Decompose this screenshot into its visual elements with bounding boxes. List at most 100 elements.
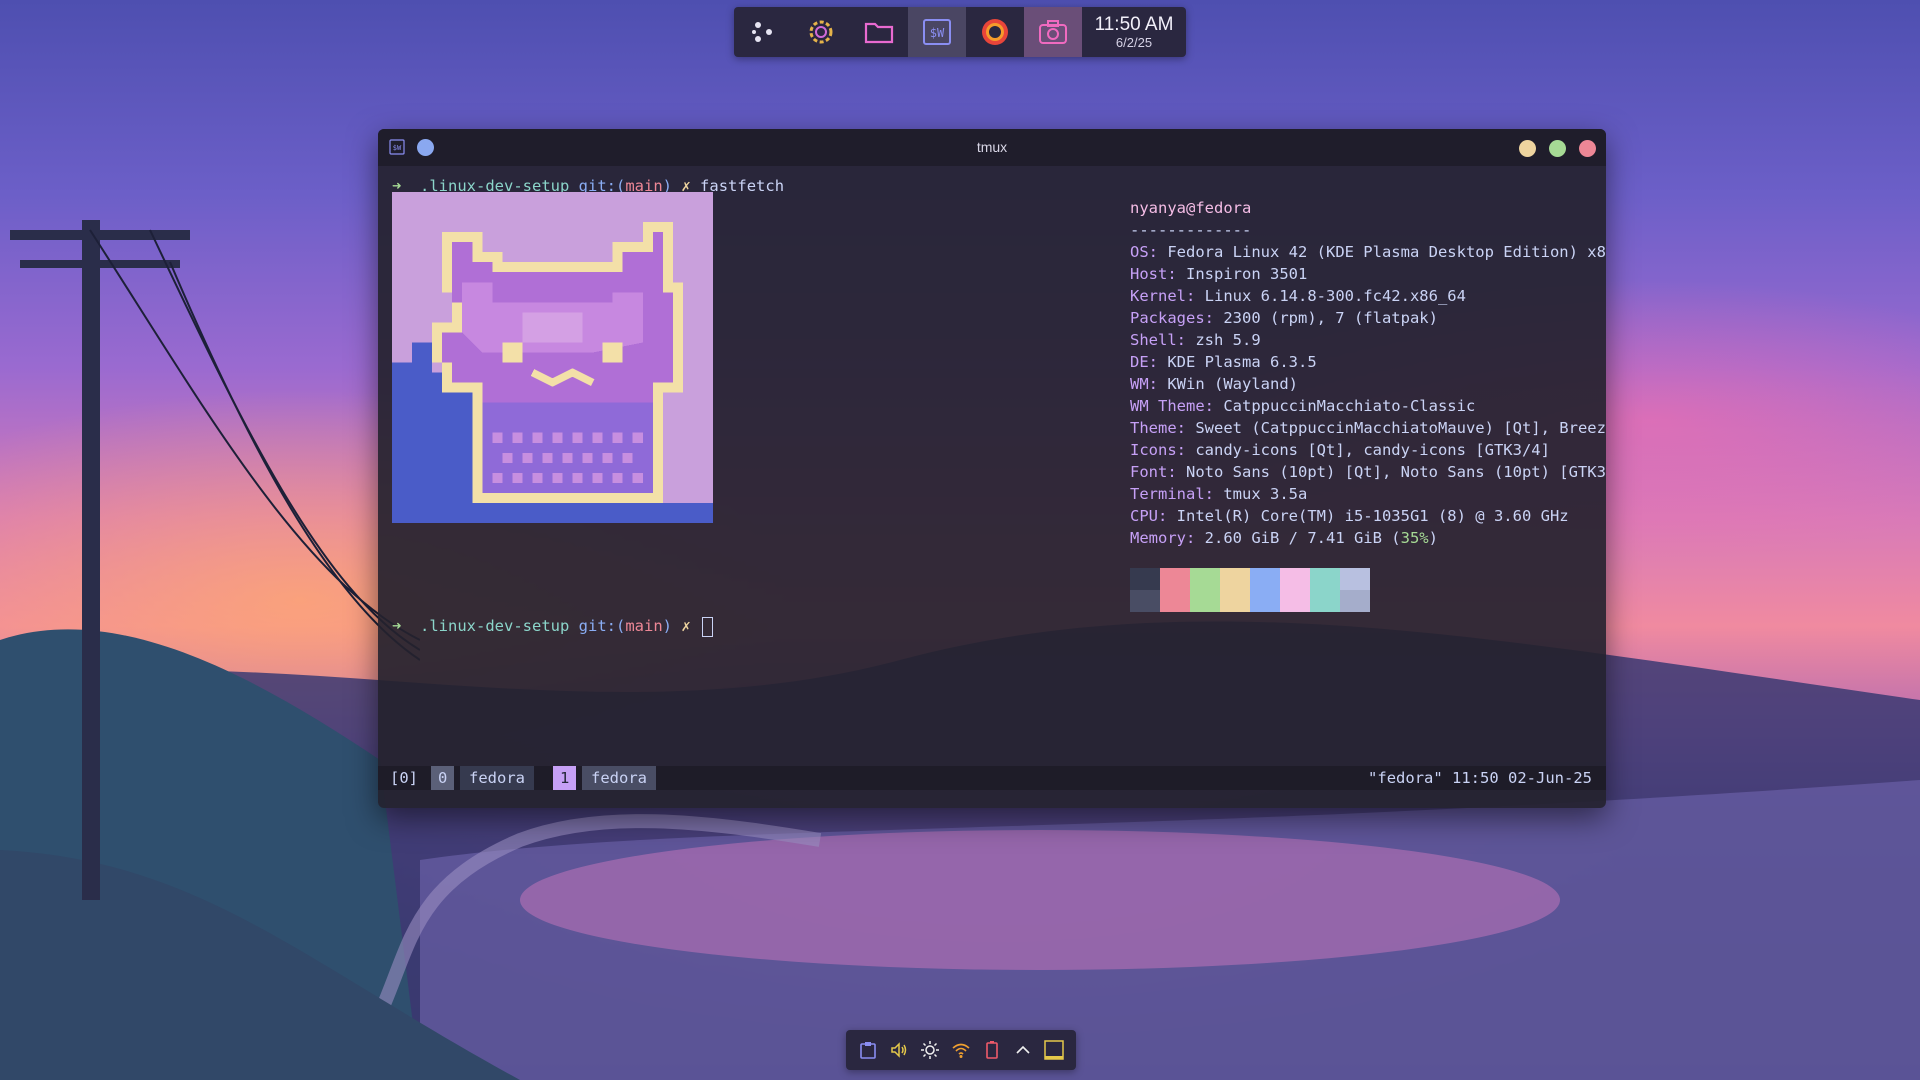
- tmux-window-index[interactable]: 1: [553, 766, 577, 790]
- info-key: Packages: [1130, 309, 1205, 327]
- battery-icon: [986, 1041, 998, 1059]
- expand-tray-button[interactable]: [1012, 1039, 1034, 1061]
- terminal-icon: $W: [923, 19, 951, 45]
- info-value: CatppuccinMacchiato-Classic: [1223, 397, 1476, 415]
- user-host: nyanya@fedora: [1130, 197, 1251, 219]
- volume-icon: [890, 1042, 906, 1058]
- svg-text:$W: $W: [930, 26, 945, 40]
- color-swatch-half: [1310, 568, 1340, 590]
- color-swatch-half: [1130, 590, 1160, 612]
- info-value: KDE Plasma 6.3.5: [1167, 353, 1317, 371]
- tmux-window-index[interactable]: 0: [431, 766, 455, 790]
- color-swatch-half: [1160, 590, 1190, 612]
- info-row-host: Host: Inspiron 3501: [1130, 265, 1308, 283]
- user-host-text: nyanya@fedora: [1130, 199, 1252, 217]
- info-value: Intel(R) Core(TM) i5-1035G1 (8) @ 3.60 G…: [1176, 507, 1569, 525]
- firefox-button[interactable]: [966, 7, 1024, 57]
- info-value: KWin (Wayland): [1167, 375, 1298, 393]
- info-value: zsh 5.9: [1195, 331, 1261, 349]
- info-value: Linux 6.14.8-300.fc42.x86_64: [1204, 287, 1466, 305]
- maximize-button[interactable]: [1549, 140, 1566, 157]
- info-key: WM Theme: [1130, 397, 1205, 415]
- info-value: candy-icons [Qt], candy-icons [GTK3/4]: [1195, 441, 1550, 459]
- info-key: Theme: [1130, 419, 1177, 437]
- info-value: Inspiron 3501: [1186, 265, 1308, 283]
- brightness-button[interactable]: [919, 1039, 941, 1061]
- color-swatch-half: [1220, 568, 1250, 590]
- color-swatch-half: [1160, 568, 1190, 590]
- color-swatch-half: [1340, 568, 1370, 590]
- tmux-status-bar: [0] 0 fedora 1 fedora "fedora" 11:50 02-…: [378, 766, 1606, 790]
- info-row-icons: Icons: candy-icons [Qt], candy-icons [GT…: [1130, 441, 1550, 459]
- prompt-arrow: ➜: [392, 617, 402, 635]
- info-value: 2.60 GiB / 7.41 GiB (: [1204, 529, 1401, 547]
- tmux-window-name[interactable]: fedora: [582, 766, 656, 790]
- chevron-up-icon: [1016, 1045, 1030, 1054]
- color-swatch-half: [1130, 568, 1160, 590]
- color-swatch: [1310, 568, 1340, 612]
- brightness-icon: [920, 1041, 939, 1059]
- info-row-os: OS: Fedora Linux 42 (KDE Plasma Desktop …: [1130, 241, 1606, 263]
- prompt-git: git:(: [578, 617, 626, 635]
- info-key: Shell: [1130, 331, 1177, 349]
- info-key: OS: [1130, 243, 1149, 261]
- color-swatch-half: [1190, 568, 1220, 590]
- info-row-theme: Theme: Sweet (CatppuccinMacchiatoMauve) …: [1130, 417, 1606, 439]
- prompt-dirty-mark: ✗: [681, 617, 691, 635]
- info-key: Font: [1130, 463, 1168, 481]
- screenshot-button[interactable]: [1024, 7, 1082, 57]
- tmux-window-name[interactable]: fedora: [460, 766, 534, 790]
- info-value-end: ): [1428, 529, 1438, 547]
- prompt-line: ➜ .linux-dev-setup git:(main) ✗: [392, 615, 714, 637]
- clipboard-icon: [859, 1042, 876, 1059]
- color-swatch-half: [1280, 568, 1310, 590]
- show-desktop-button[interactable]: [1043, 1039, 1065, 1061]
- firefox-icon: [982, 19, 1008, 45]
- color-swatch-half: [1310, 590, 1340, 612]
- gear-icon: [809, 20, 833, 44]
- clipboard-button[interactable]: [857, 1039, 879, 1061]
- info-value: Sweet (CatppuccinMacchiatoMauve) [Qt], B…: [1195, 419, 1606, 437]
- window-titlebar[interactable]: $W tmux: [378, 129, 1606, 166]
- info-row-memory: Memory: 2.60 GiB / 7.41 GiB (35%): [1130, 529, 1438, 547]
- wifi-button[interactable]: [950, 1039, 972, 1061]
- color-swatch-half: [1190, 590, 1220, 612]
- terminal-window: $W tmux ➜ .linux-dev-setup git:(main) ✗ …: [378, 129, 1606, 808]
- volume-button[interactable]: [888, 1039, 910, 1061]
- color-palette: [1130, 568, 1370, 612]
- settings-button[interactable]: [792, 7, 850, 57]
- info-row-cpu: CPU: Intel(R) Core(TM) i5-1035G1 (8) @ 3…: [1130, 507, 1569, 525]
- info-value: Fedora Linux 42 (KDE Plasma Desktop Edit…: [1167, 243, 1606, 261]
- color-swatch-half: [1280, 590, 1310, 612]
- wifi-icon: [952, 1043, 970, 1058]
- info-value: tmux 3.5a: [1223, 485, 1308, 503]
- color-swatch: [1160, 568, 1190, 612]
- close-button[interactable]: [1579, 140, 1596, 157]
- color-swatch-half: [1220, 590, 1250, 612]
- info-separator: -------------: [1130, 221, 1252, 239]
- color-swatch-half: [1250, 590, 1280, 612]
- top-dock: $W 11:50 AM 6/2/25: [734, 7, 1186, 57]
- info-key: Memory: [1130, 529, 1186, 547]
- clock[interactable]: 11:50 AM 6/2/25: [1082, 13, 1186, 50]
- info-row-de: DE: KDE Plasma 6.3.5: [1130, 353, 1317, 371]
- terminal-button[interactable]: $W: [908, 7, 966, 57]
- info-row-font: Font: Noto Sans (10pt) [Qt], Noto Sans (…: [1130, 461, 1606, 483]
- battery-button[interactable]: [981, 1039, 1003, 1061]
- window-title: tmux: [976, 139, 1008, 155]
- folder-icon: [864, 22, 894, 44]
- minimize-button[interactable]: [1519, 140, 1536, 157]
- clock-time: 11:50 AM: [1094, 13, 1174, 35]
- color-swatch: [1190, 568, 1220, 612]
- info-key: WM: [1130, 375, 1149, 393]
- info-key: DE: [1130, 353, 1149, 371]
- files-button[interactable]: [850, 7, 908, 57]
- tmux-session: [0]: [390, 769, 418, 787]
- color-swatch: [1250, 568, 1280, 612]
- prompt-dir: .linux-dev-setup: [420, 617, 570, 635]
- color-swatch-half: [1340, 590, 1370, 612]
- fastfetch-logo: [392, 192, 713, 523]
- info-value: 2300 (rpm), 7 (flatpak): [1223, 309, 1438, 327]
- launcher-button[interactable]: [734, 7, 792, 57]
- info-key: Kernel: [1130, 287, 1186, 305]
